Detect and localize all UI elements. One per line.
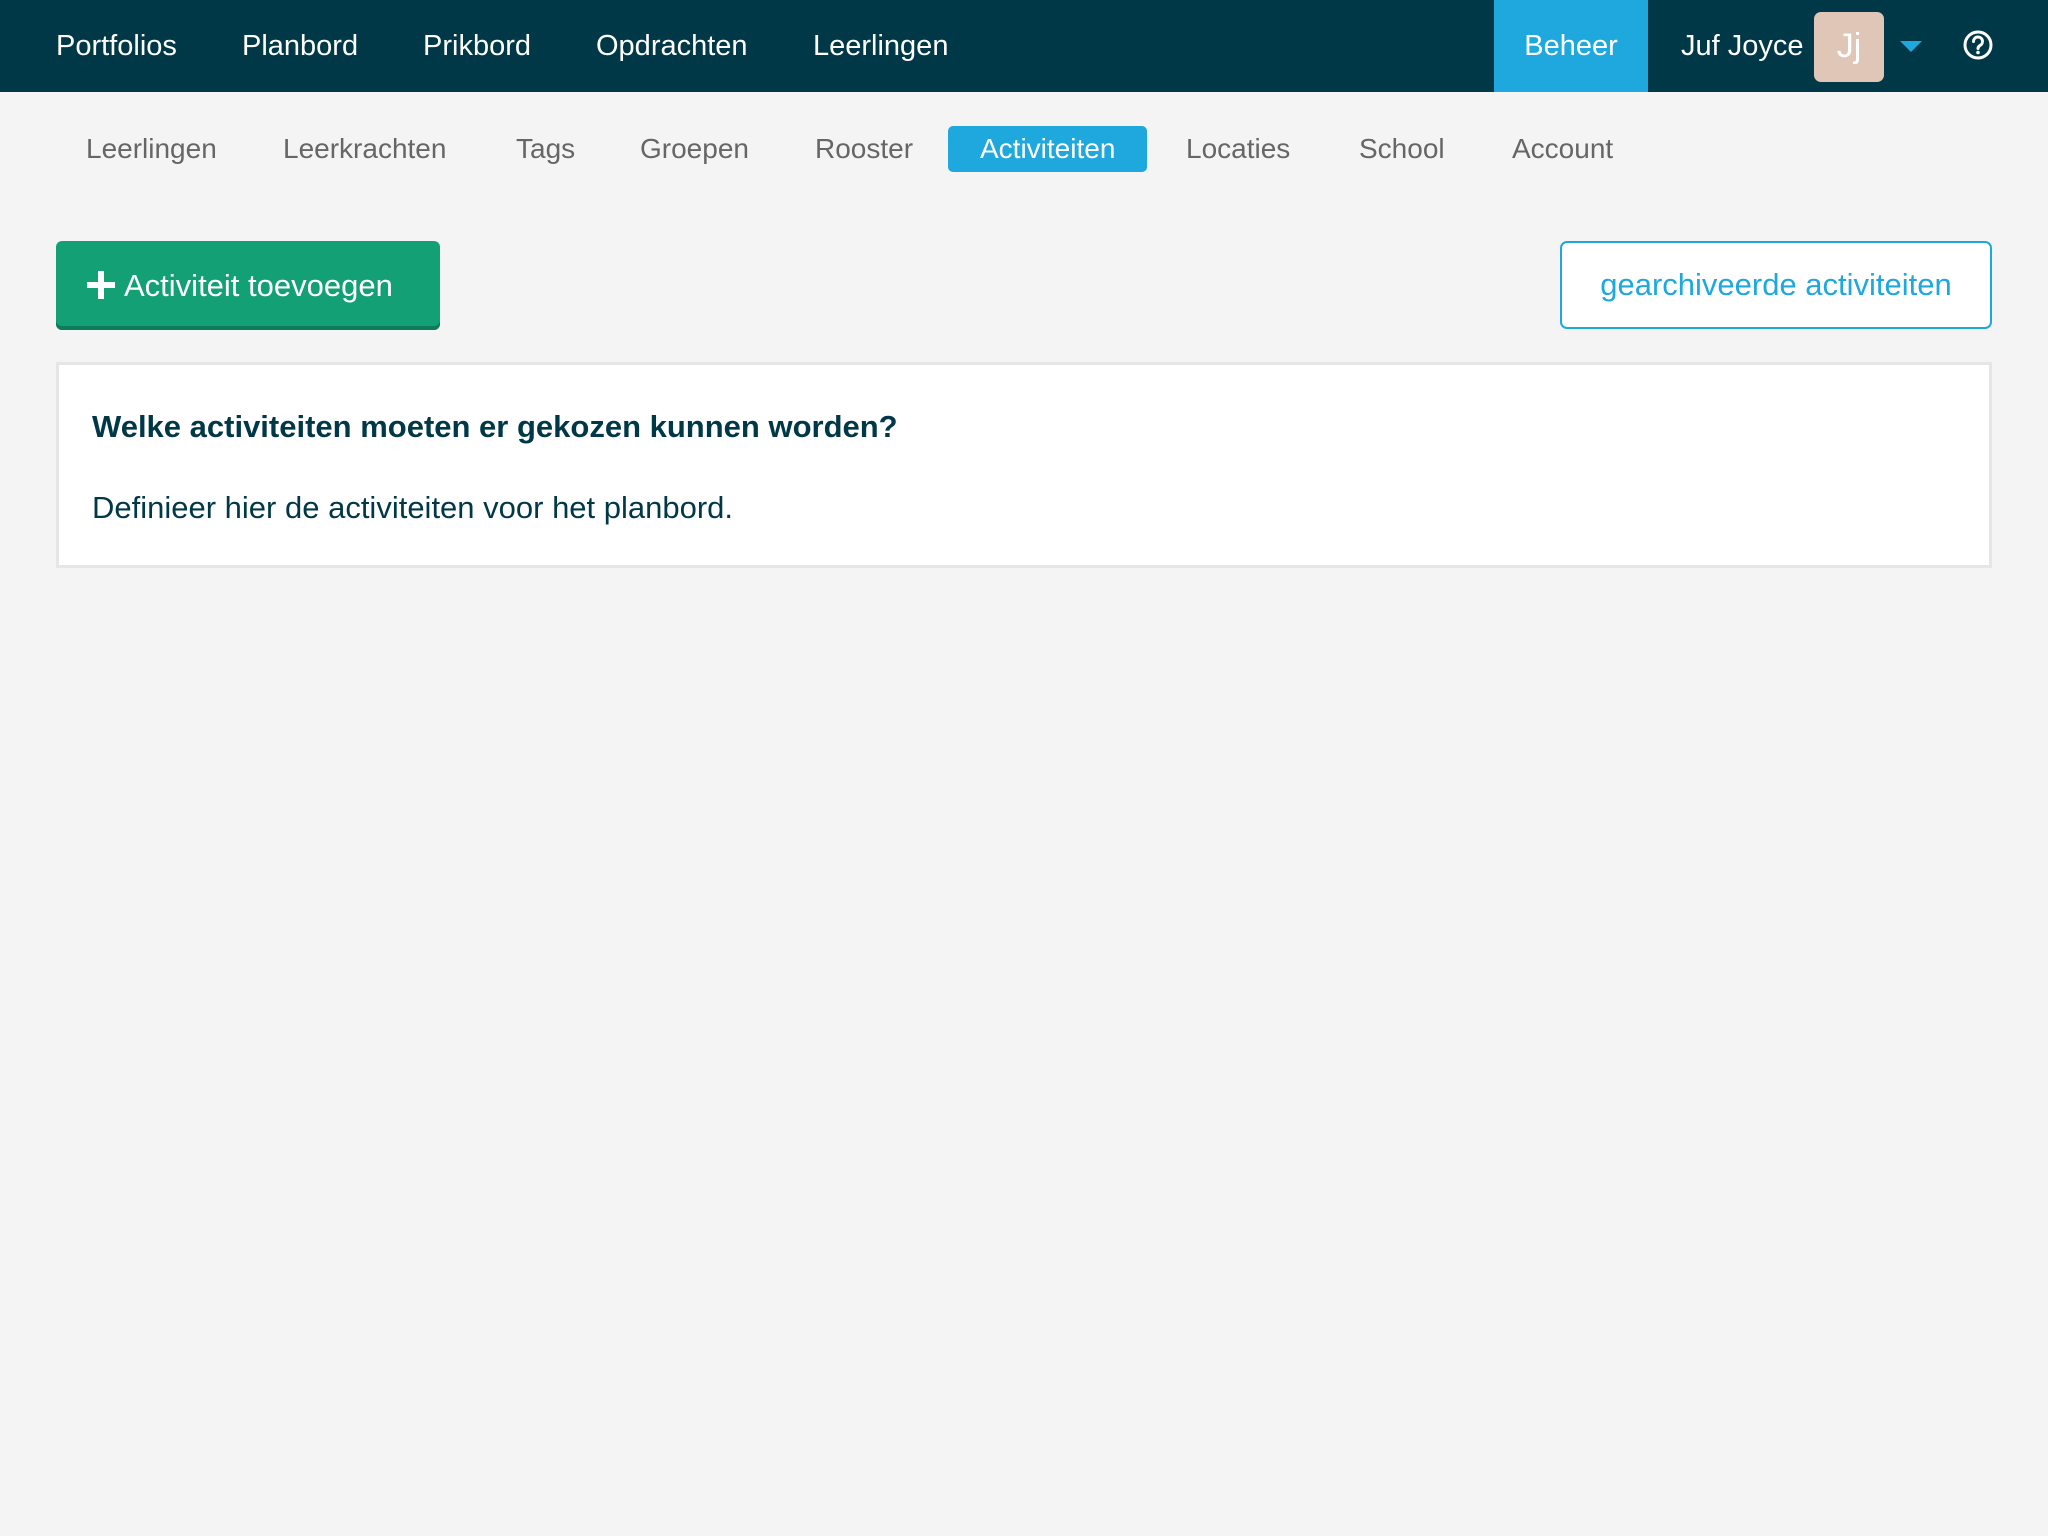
plus-icon [87, 270, 115, 299]
nav-leerlingen[interactable]: Leerlingen [813, 0, 948, 92]
question-circle-icon[interactable] [1962, 29, 1994, 61]
add-activity-button[interactable]: Activiteit toevoegen [56, 241, 440, 330]
subnav-locaties[interactable]: Locaties [1186, 126, 1290, 172]
subnav-school[interactable]: School [1359, 126, 1445, 172]
nav-opdrachten[interactable]: Opdrachten [596, 0, 748, 92]
chevron-down-icon[interactable] [1898, 36, 1924, 56]
nav-prikbord[interactable]: Prikbord [423, 0, 531, 92]
avatar[interactable]: Jj [1814, 12, 1884, 82]
subnav-leerlingen[interactable]: Leerlingen [86, 126, 217, 172]
subnav-activiteiten[interactable]: Activiteiten [948, 126, 1148, 172]
nav-planbord[interactable]: Planbord [242, 0, 358, 92]
add-activity-label: Activiteit toevoegen [124, 267, 393, 303]
subnav-groepen[interactable]: Groepen [640, 126, 749, 172]
subnav-account[interactable]: Account [1512, 126, 1613, 172]
panel-description: Definieer hier de activiteiten voor het … [92, 490, 734, 525]
archived-activities-button[interactable]: gearchiveerde activiteiten [1560, 241, 1992, 329]
nav-beheer[interactable]: Beheer [1494, 0, 1648, 92]
subnav-leerkrachten[interactable]: Leerkrachten [283, 126, 446, 172]
user-name[interactable]: Juf Joyce [1681, 0, 1804, 92]
info-panel: Welke activiteiten moeten er gekozen kun… [56, 362, 1992, 568]
nav-portfolios[interactable]: Portfolios [56, 0, 177, 92]
top-navigation-bar: Portfolios Planbord Prikbord Opdrachten … [0, 0, 2048, 92]
panel-heading: Welke activiteiten moeten er gekozen kun… [92, 409, 898, 444]
subnav-rooster[interactable]: Rooster [815, 126, 913, 172]
subnav-tags[interactable]: Tags [516, 126, 575, 172]
